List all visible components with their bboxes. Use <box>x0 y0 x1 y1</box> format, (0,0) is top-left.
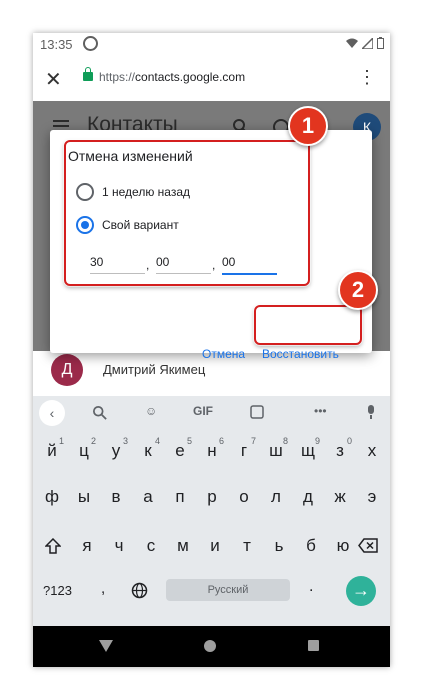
symbols-key[interactable]: ?123 <box>43 583 72 598</box>
period-key[interactable]: . <box>309 578 313 596</box>
back-icon[interactable] <box>99 640 113 652</box>
annotation-box-2 <box>254 305 362 345</box>
mic-icon[interactable] <box>366 405 376 420</box>
space-bar[interactable]: Русский <box>166 579 290 601</box>
key[interactable]: э <box>360 484 384 510</box>
key[interactable]: з0 <box>328 436 352 464</box>
key[interactable]: н6 <box>200 436 224 464</box>
key[interactable]: т <box>235 533 259 559</box>
key[interactable]: е5 <box>168 436 192 464</box>
key[interactable]: и <box>203 533 227 559</box>
shift-icon[interactable] <box>45 538 61 554</box>
key[interactable]: ш8 <box>264 436 288 464</box>
key-label: ш <box>269 441 283 460</box>
key-hint: 8 <box>282 436 288 446</box>
key[interactable]: м <box>171 533 195 559</box>
cancel-button[interactable]: Отмена <box>202 347 245 361</box>
system-nav-bar <box>33 626 390 667</box>
key[interactable]: л <box>264 484 288 510</box>
key-label: у <box>111 441 121 460</box>
key[interactable]: к4 <box>136 436 160 464</box>
annotation-badge-2: 2 <box>338 270 378 310</box>
url-domain: contacts.google.com <box>135 70 246 84</box>
url-scheme: https:// <box>99 70 136 84</box>
key[interactable]: д <box>296 484 320 510</box>
more-options-icon[interactable]: ••• <box>314 404 327 418</box>
key-hint: 5 <box>186 436 192 446</box>
key-label: г <box>240 441 248 460</box>
key-label: ц <box>79 441 89 460</box>
collapse-icon[interactable]: ‹ <box>39 400 65 426</box>
key[interactable]: ф <box>40 484 64 510</box>
key-hint: 2 <box>90 436 96 446</box>
key[interactable]: ы <box>72 484 96 510</box>
key-hint: 4 <box>154 436 160 446</box>
key-label: к <box>144 441 152 460</box>
contact-name: Дмитрий Якимец <box>103 362 206 377</box>
keyboard-toolbar: ‹ ☺ GIF ••• <box>33 396 390 430</box>
key[interactable]: щ9 <box>296 436 320 464</box>
backspace-icon[interactable] <box>358 538 378 553</box>
key[interactable]: ц2 <box>72 436 96 464</box>
annotation-box-1 <box>64 140 310 286</box>
key[interactable]: я <box>75 533 99 559</box>
browser-url-bar: ✕ https://contacts.google.com ⋮ <box>33 57 390 101</box>
key[interactable]: ю <box>331 533 355 559</box>
close-icon[interactable]: ✕ <box>45 67 62 92</box>
key-hint: 1 <box>58 436 64 446</box>
status-icons <box>346 37 384 49</box>
sticker-icon[interactable]: ☺ <box>145 404 157 418</box>
key[interactable]: у3 <box>104 436 128 464</box>
key[interactable]: х <box>360 438 384 464</box>
key-label: й <box>47 441 57 460</box>
key-label: е <box>175 441 185 460</box>
key-label: х <box>367 441 377 460</box>
status-bar: 13:35 <box>33 33 390 57</box>
gif-button[interactable]: GIF <box>193 404 213 418</box>
lock-icon <box>83 67 93 81</box>
key-label: з <box>336 441 344 460</box>
key[interactable]: г7 <box>232 436 256 464</box>
key[interactable]: й1 <box>40 436 64 464</box>
key-hint: 6 <box>218 436 224 446</box>
key[interactable]: р <box>200 484 224 510</box>
contact-avatar: Д <box>51 354 83 386</box>
key[interactable]: а <box>136 484 160 510</box>
keyboard: ‹ ☺ GIF ••• й1 ц2 у3 к4 е5 н6 г7 ш8 щ9 з… <box>33 396 390 626</box>
annotation-badge-1: 1 <box>288 106 328 146</box>
key[interactable]: ь <box>267 533 291 559</box>
key[interactable]: с <box>139 533 163 559</box>
home-icon[interactable] <box>204 640 216 652</box>
battery-icon <box>377 37 384 49</box>
restore-button[interactable]: Восстановить <box>262 347 339 361</box>
url-text[interactable]: https://contacts.google.com <box>99 70 245 84</box>
more-vert-icon[interactable]: ⋮ <box>358 67 376 88</box>
status-time: 13:35 <box>40 37 73 52</box>
enter-arrow-icon[interactable]: → <box>346 576 376 606</box>
comma-key[interactable]: , <box>101 580 105 597</box>
signal-icon <box>362 37 373 49</box>
wifi-icon <box>346 38 358 48</box>
key[interactable]: ч <box>107 533 131 559</box>
recents-icon[interactable] <box>308 640 319 651</box>
key-hint: 0 <box>346 436 352 446</box>
keyboard-search-icon[interactable] <box>93 406 107 420</box>
menu-icon[interactable] <box>53 125 69 127</box>
key[interactable]: о <box>232 484 256 510</box>
key[interactable]: в <box>104 484 128 510</box>
key[interactable]: ж <box>328 484 352 510</box>
key[interactable]: б <box>299 533 323 559</box>
key-hint: 9 <box>314 436 320 446</box>
phone-screen: 13:35 ✕ https://contacts.google.com ⋮ Ко… <box>33 33 390 667</box>
translate-icon[interactable] <box>250 405 264 419</box>
sync-indicator-icon <box>83 36 98 51</box>
key-hint: 7 <box>250 436 256 446</box>
key-label: н <box>207 441 217 460</box>
key-hint: 3 <box>122 436 128 446</box>
key-label: щ <box>301 441 315 460</box>
globe-icon[interactable] <box>131 582 148 599</box>
key[interactable]: п <box>168 484 192 510</box>
